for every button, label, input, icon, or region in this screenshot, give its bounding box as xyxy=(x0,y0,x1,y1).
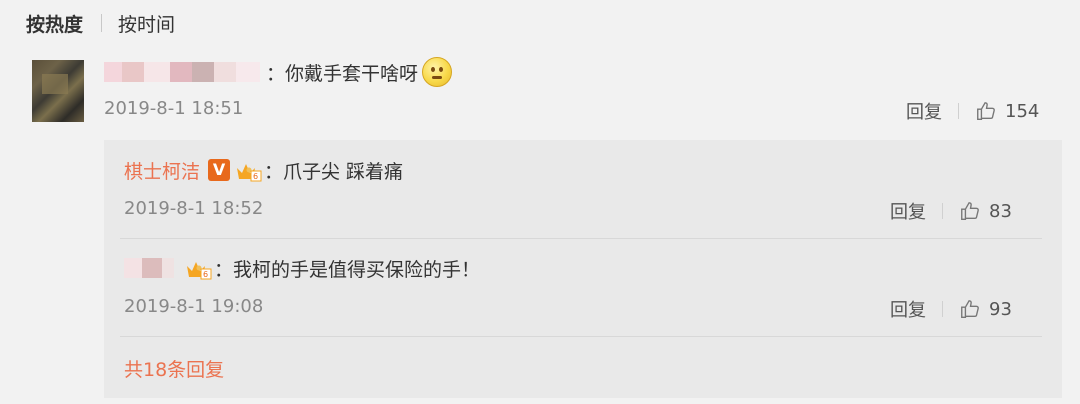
comment-timestamp: 2019-8-1 18:51 xyxy=(104,98,244,119)
svg-text:6: 6 xyxy=(203,270,208,279)
reply-1-text: ：爪子尖 踩着痛 xyxy=(264,160,404,183)
commenter-avatar[interactable] xyxy=(32,60,84,122)
comment-text: ：你戴手套干啥呀 xyxy=(266,62,419,85)
action-divider xyxy=(942,203,943,219)
sort-divider xyxy=(101,14,103,32)
reply-2-reply-button[interactable]: 回复 xyxy=(890,296,926,322)
reply-1-like-button[interactable]: 83 xyxy=(959,200,1012,222)
like-count: 93 xyxy=(989,298,1012,320)
reply-separator xyxy=(120,336,1042,337)
svg-text:6: 6 xyxy=(253,172,258,181)
reply-1-actions: 回复 83 xyxy=(890,198,1012,224)
like-button[interactable]: 154 xyxy=(975,100,1039,122)
thumbs-up-icon xyxy=(977,102,995,120)
reply-separator xyxy=(120,238,1042,239)
comment-body: ：你戴手套干啥呀 xyxy=(104,54,453,90)
reply-1-username[interactable]: 棋士柯洁 xyxy=(124,157,200,184)
sort-tabs: 按热度 按时间 xyxy=(26,8,175,38)
view-more-replies-link[interactable]: 共18条回复 xyxy=(124,355,224,382)
vip-crown-icon: 6 xyxy=(187,262,212,280)
reply-2-blurred-username[interactable] xyxy=(124,257,174,279)
smiley-emoji-icon xyxy=(422,57,453,87)
reply-2-text: ：我柯的手是值得买保险的手！ xyxy=(214,258,481,281)
like-count: 83 xyxy=(989,200,1012,222)
reply-1-timestamp: 2019-8-1 18:52 xyxy=(124,198,264,219)
comment-actions: 回复 154 xyxy=(906,98,1039,124)
verified-v-icon: V xyxy=(208,159,231,181)
reply-2-actions: 回复 93 xyxy=(890,296,1012,322)
reply-2-like-button[interactable]: 93 xyxy=(959,298,1012,320)
vip-crown-icon: 6 xyxy=(237,164,262,182)
like-count: 154 xyxy=(1005,100,1040,122)
reply-2-timestamp: 2019-8-1 19:08 xyxy=(124,296,264,317)
reply-1-body: 棋士柯洁 V 6 ：爪子尖 踩着痛 xyxy=(124,154,403,186)
thumbs-up-icon xyxy=(961,202,979,220)
blurred-username[interactable] xyxy=(104,61,260,83)
sort-by-time-tab[interactable]: 按时间 xyxy=(118,10,175,37)
replies-panel: 棋士柯洁 V 6 ：爪子尖 踩着痛 2019-8-1 18:52 回复 83 6… xyxy=(104,140,1062,398)
thumbs-up-icon xyxy=(961,300,979,318)
reply-1-reply-button[interactable]: 回复 xyxy=(890,198,926,224)
sort-by-hot-tab[interactable]: 按热度 xyxy=(26,10,83,37)
action-divider xyxy=(942,301,943,317)
action-divider xyxy=(958,103,959,119)
reply-2-body: 6 ：我柯的手是值得买保险的手！ xyxy=(124,252,480,284)
reply-button[interactable]: 回复 xyxy=(906,98,942,124)
